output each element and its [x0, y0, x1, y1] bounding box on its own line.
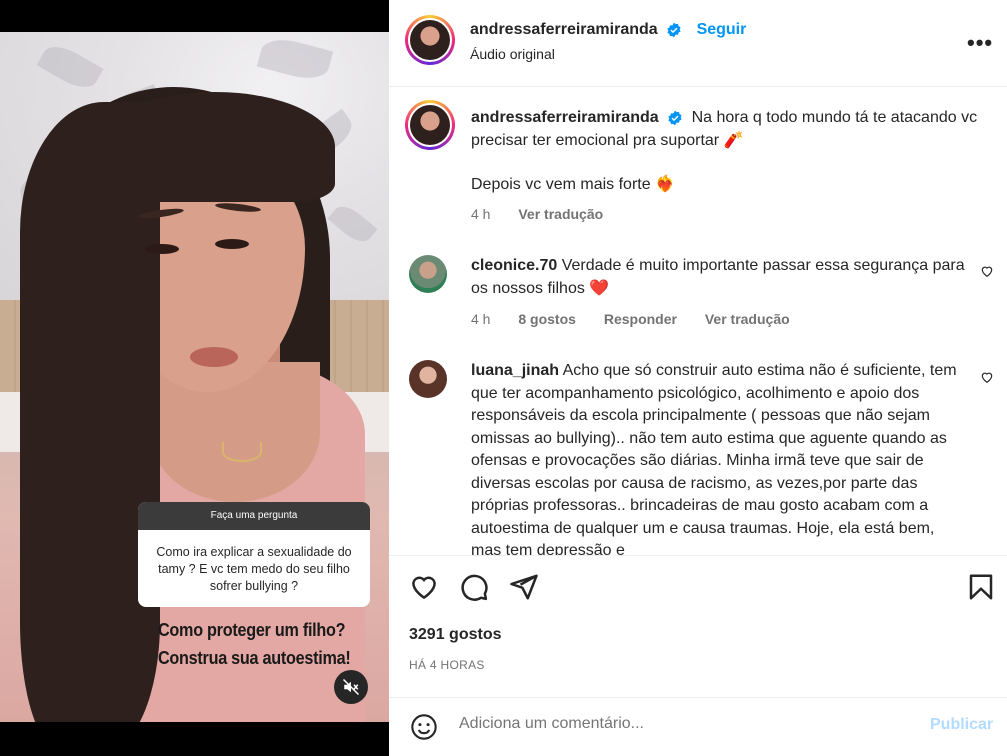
caption-avatar[interactable]: [405, 100, 455, 150]
heart-emoji: ❤️: [589, 279, 610, 297]
author-username[interactable]: andressaferreiramiranda: [470, 21, 658, 38]
caption-time[interactable]: 4 h: [471, 206, 490, 222]
caption-translate-link[interactable]: Ver tradução: [518, 206, 603, 222]
heart-fire-emoji: ❤️‍🔥: [655, 176, 675, 193]
like-comment-icon[interactable]: [980, 264, 994, 278]
post-sidebar: andressaferreiramiranda Seguir Áudio ori…: [389, 0, 1007, 756]
eye-left: [145, 244, 179, 254]
comment-bar: Publicar: [389, 697, 1007, 756]
media-panel: Faça uma pergunta Como ira explicar a se…: [0, 0, 389, 756]
comment-username[interactable]: luana_jinah: [471, 362, 559, 379]
follow-button[interactable]: Seguir: [697, 21, 747, 38]
share-icon[interactable]: [509, 572, 539, 602]
comment-text: Acho que só construir auto estima não é …: [471, 362, 957, 555]
more-options-button[interactable]: •••: [967, 30, 993, 56]
reply-button[interactable]: Responder: [604, 311, 677, 327]
comment-time[interactable]: 4 h: [471, 311, 490, 327]
comment-avatar[interactable]: [409, 360, 447, 398]
comment-input[interactable]: [459, 715, 879, 733]
caption-text-2: Depois vc vem mais forte: [471, 176, 651, 193]
speaker-muted-icon: [342, 678, 360, 696]
comment-body: cleonice.70 Verdade é muito importante p…: [471, 255, 971, 300]
comment-avatar[interactable]: [409, 255, 447, 293]
comment-icon[interactable]: [459, 572, 489, 602]
post-actions: 3291 gostos HÁ 4 HORAS: [389, 555, 1007, 705]
audio-label[interactable]: Áudio original: [470, 46, 555, 62]
comment-translate-link[interactable]: Ver tradução: [705, 311, 790, 327]
caption-meta: 4 h Ver tradução: [471, 206, 627, 222]
author-avatar[interactable]: [405, 15, 455, 65]
likes-count[interactable]: 3291 gostos: [409, 626, 501, 644]
necklace: [222, 442, 262, 462]
question-sticker: Faça uma pergunta Como ira explicar a se…: [138, 502, 370, 607]
comments-list[interactable]: andressaferreiramiranda Na hora q todo m…: [389, 87, 1007, 555]
post-header: andressaferreiramiranda Seguir Áudio ori…: [389, 0, 1007, 87]
comment-body: luana_jinah Acho que só construir auto e…: [471, 360, 967, 555]
hair-front: [20, 102, 160, 722]
lips: [190, 347, 238, 367]
post-time[interactable]: HÁ 4 HORAS: [409, 658, 485, 672]
like-comment-icon[interactable]: [980, 370, 994, 384]
overlay-line-1: Como proteger um filho?: [158, 620, 346, 640]
save-icon[interactable]: [966, 572, 996, 602]
comment-likes[interactable]: 8 gostos: [518, 311, 576, 327]
video-frame[interactable]: Faça uma pergunta Como ira explicar a se…: [0, 32, 389, 722]
like-icon[interactable]: [409, 572, 439, 602]
emoji-icon[interactable]: [410, 713, 438, 741]
comment-meta: 4 h 8 gostos Responder Ver tradução: [471, 311, 814, 327]
question-text: Como ira explicar a sexualidade do tamy …: [156, 545, 352, 593]
verified-badge-icon: [667, 22, 681, 38]
overlay-line-2: Construa sua autoestima!: [158, 648, 351, 668]
eye-right: [215, 239, 249, 249]
comment-username[interactable]: cleonice.70: [471, 257, 557, 274]
publish-button[interactable]: Publicar: [930, 716, 993, 734]
firecracker-emoji: 🧨: [723, 131, 744, 149]
question-title: Faça uma pergunta: [138, 502, 370, 530]
mute-button[interactable]: [334, 670, 368, 704]
caption-body: andressaferreiramiranda Na hora q todo m…: [471, 107, 991, 197]
caption-username[interactable]: andressaferreiramiranda: [471, 109, 659, 126]
verified-badge-icon: [668, 110, 682, 126]
